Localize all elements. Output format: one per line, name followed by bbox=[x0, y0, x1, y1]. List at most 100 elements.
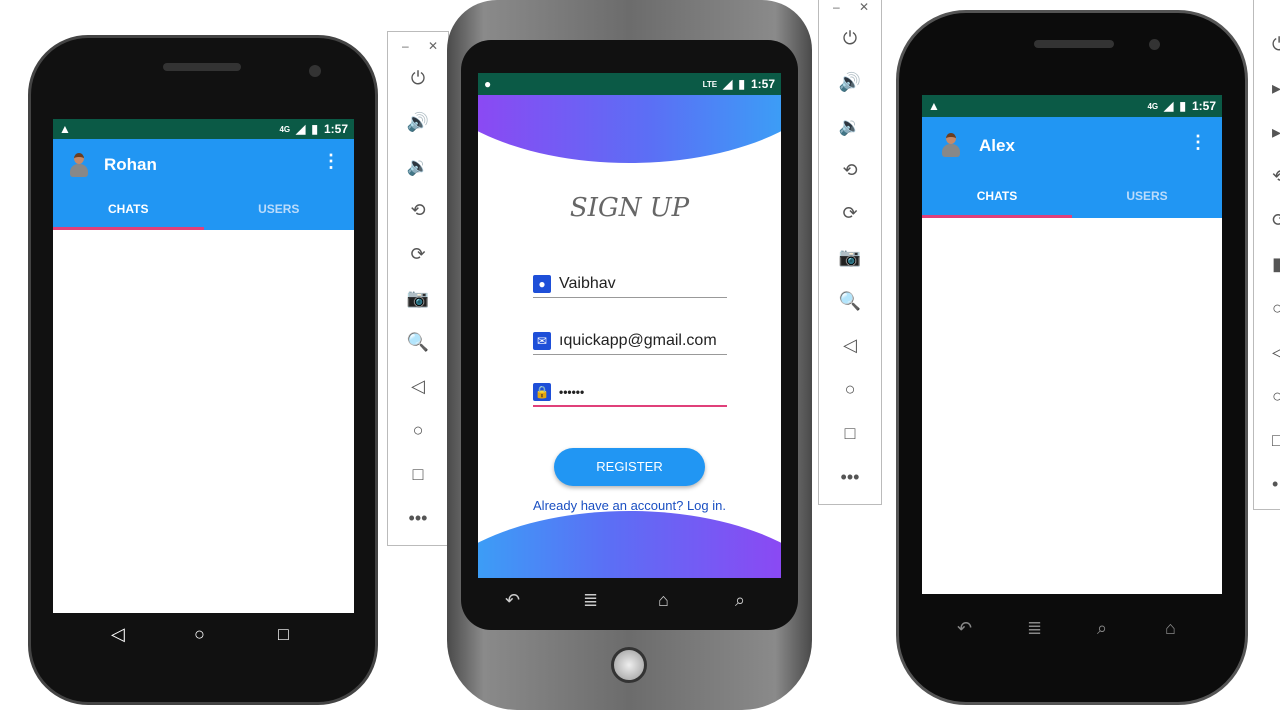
volume-up-icon[interactable]: 🔊 bbox=[819, 72, 881, 93]
status-time: 1:57 bbox=[750, 77, 775, 91]
register-button[interactable]: REGISTER bbox=[554, 448, 705, 486]
more-menu-icon[interactable]: ⋮ bbox=[1189, 132, 1207, 153]
emulator-toolbar-3: ⏻ ▸ ▸ ⟲ ⟳ ▮ ○ ◁ ○ □ • bbox=[1253, 0, 1280, 510]
volume-down-icon[interactable]: 🔉 bbox=[819, 116, 881, 137]
volume-down-icon[interactable]: ▸ bbox=[1254, 122, 1280, 143]
power-icon[interactable]: ⏻ bbox=[1254, 34, 1280, 55]
app-bar: Rohan ⋮ CHATS USERS bbox=[53, 139, 354, 230]
tab-chats[interactable]: CHATS bbox=[53, 202, 204, 216]
home-icon[interactable]: ○ bbox=[819, 379, 881, 400]
signal-icon: ◢ bbox=[723, 77, 733, 91]
status-time: 1:57 bbox=[1191, 99, 1216, 113]
home-icon[interactable]: ○ bbox=[1254, 386, 1280, 407]
power-icon[interactable]: ⏻ bbox=[388, 68, 448, 89]
password-field[interactable]: 🔒 •••••• bbox=[533, 379, 727, 407]
name-field[interactable]: ● Vaibhav bbox=[533, 270, 727, 298]
home-button[interactable]: ○ bbox=[194, 624, 205, 645]
back-button[interactable]: ↶ bbox=[505, 590, 520, 611]
home-button[interactable]: ⌂ bbox=[1165, 618, 1176, 639]
right-screen: ▲ 4G ◢ ▮ 1:57 Alex ⋮ CHATS USERS bbox=[922, 95, 1222, 594]
minimize-button[interactable]: – bbox=[833, 0, 840, 14]
android-icon: ● bbox=[484, 77, 492, 91]
speaker bbox=[1034, 40, 1114, 48]
rotate-right-icon[interactable]: ⟳ bbox=[819, 203, 881, 224]
person-icon: ● bbox=[533, 274, 551, 293]
more-icon[interactable]: ••• bbox=[388, 508, 448, 529]
email-value: ıquickapp@gmail.com bbox=[559, 331, 717, 349]
email-field[interactable]: ✉ ıquickapp@gmail.com bbox=[533, 327, 727, 355]
overview-icon[interactable]: □ bbox=[1254, 430, 1280, 451]
status-time: 1:57 bbox=[323, 122, 348, 136]
camera-icon[interactable]: ▮ bbox=[1254, 254, 1280, 275]
avatar[interactable] bbox=[941, 133, 961, 157]
volume-up-icon[interactable]: ▸ bbox=[1254, 78, 1280, 99]
menu-button[interactable]: ≣ bbox=[1027, 618, 1042, 639]
back-icon[interactable]: ◁ bbox=[388, 376, 448, 397]
tab-users[interactable]: USERS bbox=[1072, 189, 1222, 203]
app-title: Rohan bbox=[104, 155, 157, 174]
more-icon[interactable]: • bbox=[1254, 474, 1280, 495]
camera-icon[interactable]: 📷 bbox=[819, 247, 881, 268]
tab-users[interactable]: USERS bbox=[204, 202, 355, 216]
emulator-toolbar-1: – ✕ ⏻ 🔊 🔉 ⟲ ⟳ 📷 🔍 ◁ ○ □ ••• bbox=[387, 31, 449, 546]
close-button[interactable]: ✕ bbox=[428, 39, 438, 53]
menu-button[interactable]: ≣ bbox=[583, 590, 598, 611]
hardware-home-button[interactable] bbox=[611, 647, 647, 683]
home-button[interactable]: ⌂ bbox=[658, 590, 669, 611]
more-menu-icon[interactable]: ⋮ bbox=[322, 151, 340, 172]
battery-icon: ▮ bbox=[1179, 99, 1186, 113]
back-icon[interactable]: ◁ bbox=[819, 335, 881, 356]
home-icon[interactable]: ○ bbox=[388, 420, 448, 441]
back-button[interactable]: ↶ bbox=[957, 618, 972, 639]
zoom-icon[interactable]: 🔍 bbox=[819, 291, 881, 312]
app-title: Alex bbox=[979, 136, 1015, 155]
app-bar: Alex ⋮ CHATS USERS bbox=[922, 117, 1222, 218]
left-screen: ▲ 4G ◢ ▮ 1:57 Rohan ⋮ CHATS USERS bbox=[53, 119, 354, 613]
rotate-right-icon[interactable]: ⟳ bbox=[1254, 210, 1280, 231]
login-link[interactable]: Already have an account? Log in. bbox=[478, 498, 781, 513]
volume-down-icon[interactable]: 🔉 bbox=[388, 156, 448, 177]
back-button[interactable]: ◁ bbox=[111, 624, 125, 645]
network-label: 4G bbox=[1147, 101, 1159, 111]
middle-emulator: ● LTE ◢ ▮ 1:57 SIGN UP ● Vaibhav ✉ ıquickapp@… bbox=[447, 0, 812, 710]
battery-icon: ▮ bbox=[738, 77, 745, 91]
rotate-left-icon[interactable]: ⟲ bbox=[388, 200, 448, 221]
search-button[interactable]: ⌕ bbox=[1097, 618, 1107, 639]
rotate-left-icon[interactable]: ⟲ bbox=[819, 160, 881, 181]
rotate-right-icon[interactable]: ⟳ bbox=[388, 244, 448, 265]
tab-indicator bbox=[922, 215, 1072, 218]
mail-icon: ✉ bbox=[533, 331, 551, 350]
power-icon[interactable]: ⏻ bbox=[819, 28, 881, 49]
speaker bbox=[163, 63, 241, 71]
warning-icon: ▲ bbox=[59, 122, 71, 136]
network-label: LTE bbox=[702, 79, 718, 89]
battery-icon: ▮ bbox=[311, 122, 318, 136]
search-button[interactable]: ⌕ bbox=[735, 590, 745, 611]
bottom-wave bbox=[478, 511, 781, 578]
zoom-icon[interactable]: ○ bbox=[1254, 298, 1280, 319]
avatar[interactable] bbox=[69, 153, 89, 177]
more-icon[interactable]: ••• bbox=[819, 467, 881, 488]
middle-screen: ● LTE ◢ ▮ 1:57 SIGN UP ● Vaibhav ✉ ıquickapp@… bbox=[478, 73, 781, 578]
network-label: 4G bbox=[279, 124, 291, 134]
left-emulator: ▲ 4G ◢ ▮ 1:57 Rohan ⋮ CHATS USERS ◁ ○ □ bbox=[28, 35, 378, 705]
tab-chats[interactable]: CHATS bbox=[922, 189, 1072, 203]
zoom-icon[interactable]: 🔍 bbox=[388, 332, 448, 353]
close-button[interactable]: ✕ bbox=[859, 0, 869, 14]
rotate-left-icon[interactable]: ⟲ bbox=[1254, 166, 1280, 187]
overview-icon[interactable]: □ bbox=[388, 464, 448, 485]
minimize-button[interactable]: – bbox=[402, 39, 409, 53]
volume-up-icon[interactable]: 🔊 bbox=[388, 112, 448, 133]
camera bbox=[1149, 39, 1160, 50]
signup-heading: SIGN UP bbox=[569, 193, 690, 223]
lock-icon: 🔒 bbox=[533, 383, 551, 401]
tab-indicator bbox=[53, 227, 204, 230]
warning-icon: ▲ bbox=[928, 99, 940, 113]
overview-icon[interactable]: □ bbox=[819, 423, 881, 444]
signal-icon: ◢ bbox=[296, 122, 306, 136]
recents-button[interactable]: □ bbox=[278, 624, 289, 645]
camera-icon[interactable]: 📷 bbox=[388, 288, 448, 309]
password-value: •••••• bbox=[559, 385, 585, 399]
back-icon[interactable]: ◁ bbox=[1254, 342, 1280, 363]
camera bbox=[309, 65, 321, 77]
